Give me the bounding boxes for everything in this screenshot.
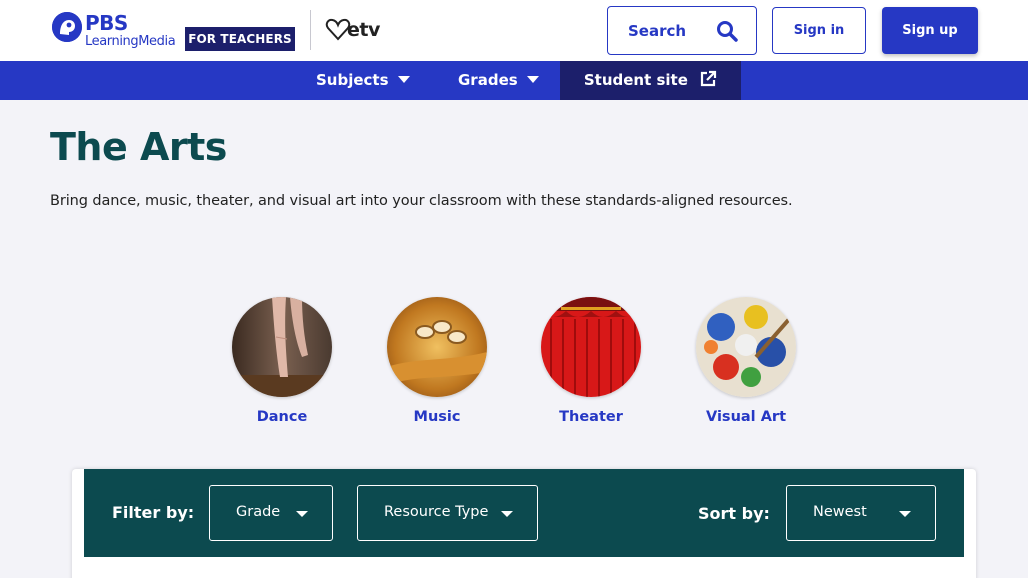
category-theater-label: Theater bbox=[559, 409, 623, 425]
logo-subtitle: LearningMedia bbox=[85, 34, 176, 49]
search-label: Search bbox=[628, 22, 687, 40]
sort-by-label: Sort by: bbox=[698, 504, 770, 523]
partner-logo-text: etv bbox=[347, 19, 380, 41]
music-image bbox=[387, 297, 487, 397]
nav-student-site-label: Student site bbox=[583, 71, 688, 89]
category-music[interactable]: Music bbox=[367, 297, 507, 425]
visual-art-image bbox=[696, 297, 796, 397]
page-description: Bring dance, music, theater, and visual … bbox=[50, 193, 793, 209]
dance-image bbox=[232, 297, 332, 397]
chevron-down-icon bbox=[501, 511, 513, 517]
chevron-down-icon bbox=[296, 511, 308, 517]
theater-image bbox=[541, 297, 641, 397]
category-dance-label: Dance bbox=[256, 409, 308, 425]
resource-type-dropdown-value: Resource Type bbox=[384, 504, 489, 520]
sort-dropdown[interactable]: Newest bbox=[786, 485, 936, 541]
nav-subjects[interactable]: Subjects bbox=[316, 61, 410, 100]
grade-dropdown-value: Grade bbox=[236, 504, 281, 520]
filter-bar: Filter by: Grade Resource Type Sort by: … bbox=[84, 469, 964, 557]
search-button[interactable]: Search bbox=[607, 6, 757, 55]
main-nav: Subjects Grades Student site bbox=[0, 61, 1028, 100]
nav-student-site[interactable]: Student site bbox=[560, 61, 741, 100]
for-teachers-badge: FOR TEACHERS bbox=[185, 27, 295, 51]
site-header: PBS LearningMedia FOR TEACHERS etv Searc… bbox=[0, 0, 1028, 61]
grade-dropdown[interactable]: Grade bbox=[209, 485, 333, 541]
chevron-down-icon bbox=[526, 76, 539, 83]
external-link-icon bbox=[701, 70, 717, 86]
header-divider bbox=[310, 10, 311, 50]
category-theater[interactable]: Theater bbox=[521, 297, 661, 425]
page-title: The Arts bbox=[50, 125, 227, 169]
chevron-down-icon bbox=[397, 76, 410, 83]
pbs-learningmedia-logo[interactable]: PBS LearningMedia bbox=[52, 11, 176, 52]
category-visual-art[interactable]: Visual Art bbox=[676, 297, 816, 425]
category-visual-art-label: Visual Art bbox=[706, 409, 786, 425]
filter-by-label: Filter by: bbox=[112, 503, 195, 522]
etv-logo[interactable]: etv bbox=[325, 15, 385, 47]
sign-in-button[interactable]: Sign in bbox=[772, 7, 866, 54]
nav-grades[interactable]: Grades bbox=[458, 61, 539, 100]
nav-grades-label: Grades bbox=[458, 71, 518, 89]
sign-up-button[interactable]: Sign up bbox=[882, 7, 978, 54]
search-icon bbox=[717, 21, 738, 42]
category-music-label: Music bbox=[413, 409, 461, 425]
category-dance[interactable]: Dance bbox=[212, 297, 352, 425]
logo-brand: PBS bbox=[85, 11, 128, 35]
nav-subjects-label: Subjects bbox=[316, 71, 389, 89]
sort-dropdown-value: Newest bbox=[813, 504, 867, 520]
pbs-head-icon bbox=[52, 12, 82, 42]
resource-type-dropdown[interactable]: Resource Type bbox=[357, 485, 538, 541]
chevron-down-icon bbox=[899, 511, 911, 517]
